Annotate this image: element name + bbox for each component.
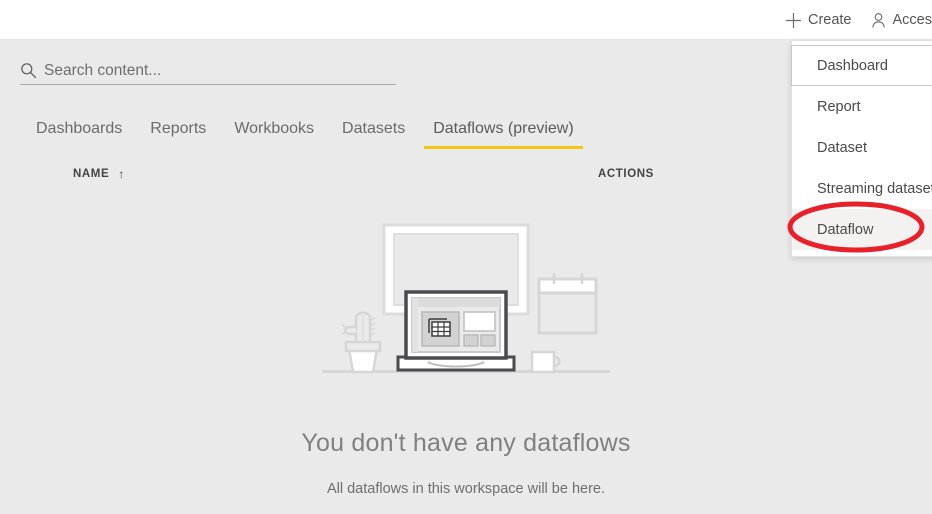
menu-item-report[interactable]: Report — [792, 86, 932, 127]
plus-icon — [785, 12, 802, 29]
empty-state-title: You don't have any dataflows — [301, 429, 631, 457]
column-header-name[interactable]: NAME ↑ — [73, 168, 125, 180]
menu-item-dataset[interactable]: Dataset — [792, 127, 932, 168]
menu-item-dataflow[interactable]: Dataflow — [792, 209, 932, 250]
menu-item-dashboard[interactable]: Dashboard — [791, 45, 932, 86]
access-button-label: Acces — [892, 11, 932, 28]
column-header-actions: ACTIONS — [598, 168, 654, 180]
person-icon — [870, 12, 887, 29]
tab-reports[interactable]: Reports — [136, 120, 220, 149]
empty-state-subtitle: All dataflows in this workspace will be … — [326, 481, 606, 497]
sort-ascending-arrow-icon: ↑ — [118, 167, 125, 181]
create-dropdown-menu: Dashboard Report Dataset Streaming datas… — [791, 41, 932, 257]
top-header-bar: Create Acces — [0, 0, 932, 40]
menu-item-streaming-dataset[interactable]: Streaming dataset — [792, 168, 932, 209]
search-input[interactable] — [40, 62, 396, 84]
tab-workbooks[interactable]: Workbooks — [220, 120, 328, 149]
access-button[interactable]: Acces — [870, 12, 932, 29]
desk-with-laptop-dashboard-illustration — [322, 223, 610, 374]
tab-dashboards[interactable]: Dashboards — [22, 120, 136, 149]
create-button-label: Create — [807, 11, 852, 28]
header-actions-group: Create Acces — [785, 0, 932, 40]
search-bar[interactable] — [20, 55, 396, 85]
tab-dataflows[interactable]: Dataflows (preview) — [419, 120, 587, 149]
column-header-name-label: NAME — [73, 168, 110, 180]
search-icon — [20, 59, 40, 81]
tab-datasets[interactable]: Datasets — [328, 120, 419, 149]
table-grid-icon — [428, 318, 451, 337]
content-type-tabs: Dashboards Reports Workbooks Datasets Da… — [22, 120, 588, 149]
create-button[interactable]: Create — [785, 12, 852, 29]
power-bi-workspace-page: Create Acces Dashboards — [0, 0, 932, 514]
